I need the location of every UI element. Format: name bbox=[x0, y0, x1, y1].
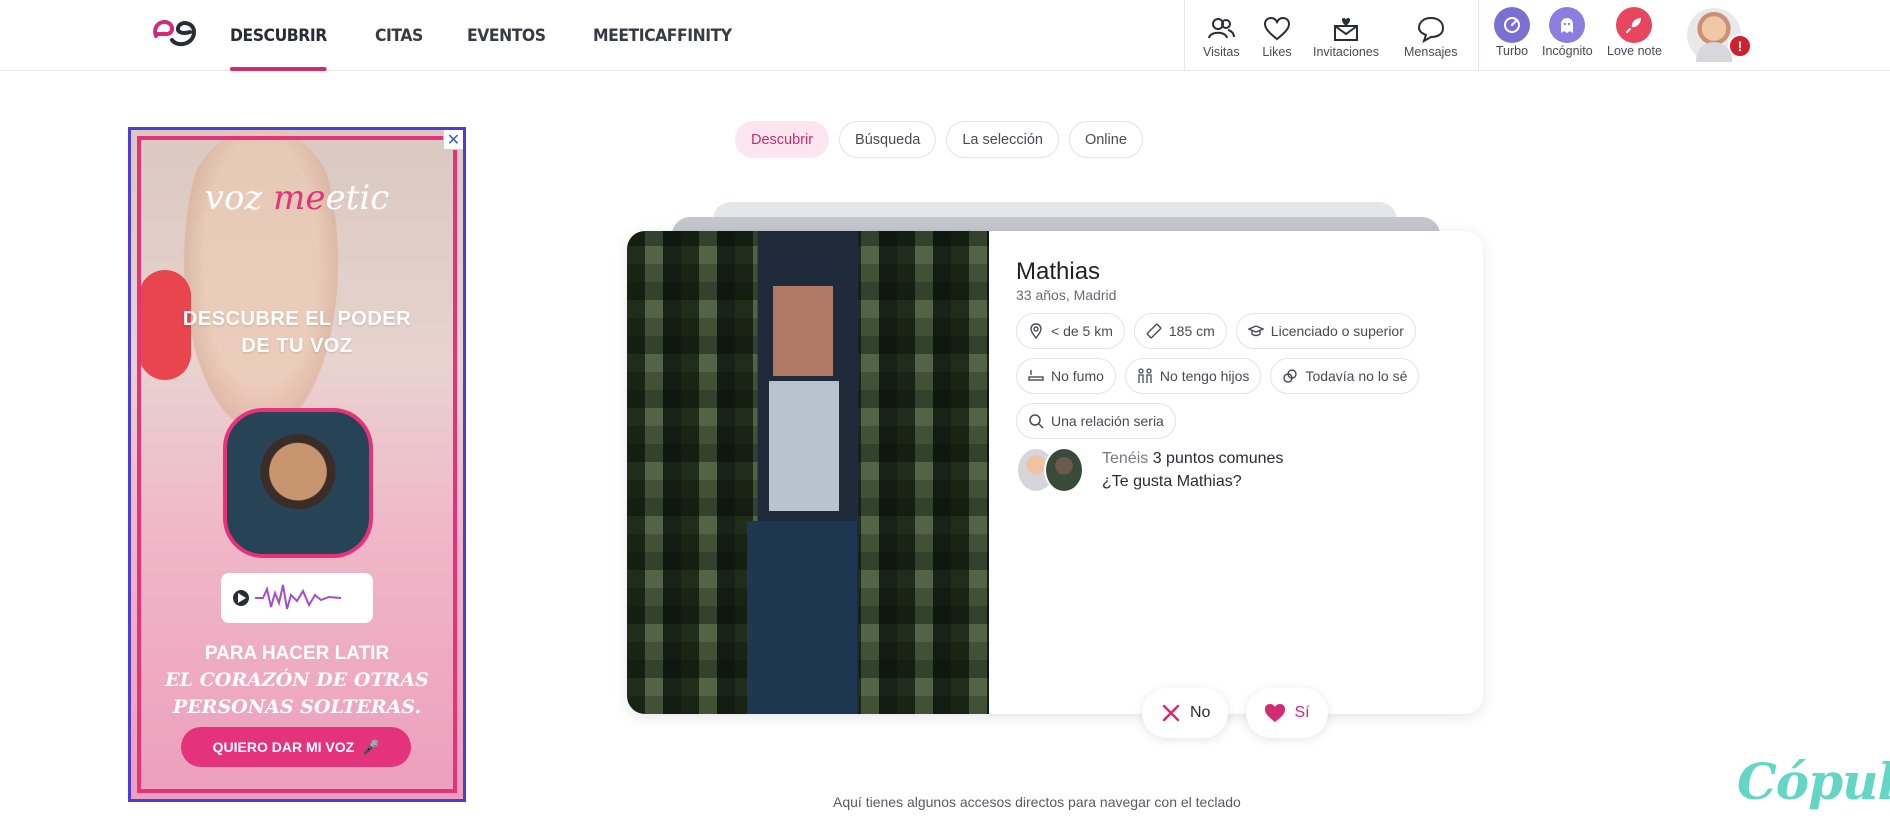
ad-subline-line: PARA HACER LATIR bbox=[204, 643, 390, 664]
ad-man-photo bbox=[223, 408, 373, 558]
ad-headline: DESCUBRE EL PODER DE TU VOZ bbox=[131, 306, 463, 360]
turbo-label: Turbo bbox=[1495, 44, 1529, 58]
chat-bubble-icon bbox=[1417, 16, 1444, 44]
profile-card[interactable]: Mathias 33 años, Madrid < de 5 km 185 cm… bbox=[627, 231, 1483, 714]
tag-distance: < de 5 km bbox=[1016, 313, 1125, 349]
search-icon bbox=[1029, 414, 1044, 429]
tag-smoking-label: No fumo bbox=[1051, 368, 1104, 384]
ad-brand-highlight: me bbox=[273, 178, 326, 218]
likes-button[interactable]: Likes bbox=[1262, 14, 1292, 59]
keyboard-shortcuts-link[interactable]: Aquí tienes algunos accesos directos par… bbox=[833, 794, 1241, 810]
common-points[interactable]: Tenéis 3 puntos comunes ¿Te gusta Mathia… bbox=[1016, 447, 1283, 493]
no-button[interactable]: No bbox=[1142, 688, 1229, 738]
common-prefix: Tenéis bbox=[1102, 450, 1153, 467]
profile-photo[interactable] bbox=[627, 231, 989, 714]
turbo-icon bbox=[1494, 7, 1530, 43]
visitors-icon bbox=[1208, 18, 1236, 39]
photo-pixel-shirt bbox=[769, 381, 839, 511]
rocket-icon bbox=[1616, 7, 1653, 43]
nav-eventos[interactable]: EVENTOS bbox=[467, 0, 546, 71]
family-icon bbox=[1138, 368, 1152, 383]
invitaciones-label: Invitaciones bbox=[1313, 45, 1380, 59]
no-label: No bbox=[1190, 704, 1211, 721]
ad-close-icon[interactable]: ✕ bbox=[443, 130, 463, 150]
nav-meeticaffinity[interactable]: MEETICAFFINITY bbox=[593, 0, 732, 71]
alert-badge: ! bbox=[1728, 34, 1752, 58]
tag-distance-label: < de 5 km bbox=[1051, 323, 1113, 339]
tag-education-label: Licenciado o superior bbox=[1270, 323, 1404, 339]
advertisement-banner[interactable]: ✕ voz meetic DESCUBRE EL PODER DE TU VOZ… bbox=[128, 127, 466, 802]
likes-label: Likes bbox=[1262, 45, 1292, 59]
ad-brand: voz meetic bbox=[131, 178, 463, 218]
turbo-button[interactable]: Turbo bbox=[1494, 7, 1530, 58]
ad-cta-button[interactable]: QUIERO DAR MI VOZ 🎤 bbox=[181, 727, 411, 767]
ad-brand-prefix: voz bbox=[204, 178, 274, 218]
love-note-label: Love note bbox=[1607, 44, 1662, 58]
visitas-label: Visitas bbox=[1203, 45, 1240, 59]
ad-subline-line: EL CORAZÓN DE OTRAS bbox=[165, 669, 429, 691]
like-question: ¿Te gusta Mathias? bbox=[1102, 473, 1242, 490]
nav-citas[interactable]: CITAS bbox=[375, 0, 423, 71]
close-icon bbox=[1162, 704, 1180, 722]
microphone-icon: 🎤 bbox=[361, 738, 380, 755]
rings-icon bbox=[1283, 369, 1298, 383]
tag-relationship-label: Una relación seria bbox=[1051, 413, 1164, 429]
top-header: DESCUBRIR CITAS EVENTOS MEETICAFFINITY V… bbox=[0, 0, 1890, 71]
tag-height-label: 185 cm bbox=[1168, 323, 1215, 339]
tab-busqueda[interactable]: Búsqueda bbox=[839, 121, 937, 158]
ad-brand-suffix: etic bbox=[325, 178, 390, 218]
incognito-button[interactable]: Incógnito bbox=[1542, 7, 1593, 58]
header-divider bbox=[1478, 0, 1479, 71]
meetic-logo[interactable] bbox=[150, 14, 198, 50]
card-actions: No Sí bbox=[1142, 688, 1328, 738]
copuli-watermark: Cópuli bbox=[1737, 752, 1890, 811]
tab-online[interactable]: Online bbox=[1068, 121, 1143, 158]
love-note-button[interactable]: Love note bbox=[1607, 7, 1662, 58]
heart-icon bbox=[1263, 16, 1291, 41]
ad-subline: PARA HACER LATIR EL CORAZÓN DE OTRAS PER… bbox=[131, 640, 463, 721]
profile-age-city: 33 años, Madrid bbox=[1016, 287, 1117, 303]
mensajes-label: Mensajes bbox=[1404, 45, 1458, 59]
incognito-label: Incógnito bbox=[1542, 44, 1593, 58]
no-smoking-icon bbox=[1028, 370, 1044, 381]
common-points-text: Tenéis 3 puntos comunes ¿Te gusta Mathia… bbox=[1102, 447, 1283, 493]
invitaciones-button[interactable]: Invitaciones bbox=[1313, 14, 1379, 59]
profile-tags: < de 5 km 185 cm Licenciado o superior N… bbox=[1016, 313, 1456, 439]
profile-name: Mathias bbox=[1016, 258, 1101, 285]
ruler-icon bbox=[1146, 323, 1162, 339]
tab-la-seleccion[interactable]: La selección bbox=[946, 121, 1059, 158]
tab-descubrir[interactable]: Descubrir bbox=[735, 121, 830, 158]
tag-relationship: Una relación seria bbox=[1016, 403, 1176, 439]
envelope-heart-icon bbox=[1334, 18, 1358, 41]
yes-label: Sí bbox=[1294, 704, 1310, 721]
yes-button[interactable]: Sí bbox=[1246, 688, 1328, 738]
location-pin-icon bbox=[1030, 323, 1042, 339]
ad-audio-wave bbox=[221, 573, 373, 623]
play-wave-icon bbox=[233, 584, 342, 610]
tag-children: No tengo hijos bbox=[1124, 358, 1262, 394]
ad-subline-line: PERSONAS SOLTERAS. bbox=[172, 696, 422, 718]
ghost-icon bbox=[1549, 7, 1586, 43]
ad-cta-label: QUIERO DAR MI VOZ bbox=[212, 739, 355, 755]
tag-future: Todavía no lo sé bbox=[1270, 358, 1420, 394]
header-divider bbox=[1184, 0, 1185, 71]
match-avatar-mini bbox=[1044, 447, 1084, 493]
ad-headline-line: DESCUBRE EL PODER bbox=[182, 308, 412, 330]
photo-pixel-legs bbox=[747, 521, 857, 714]
photo-pixel-head bbox=[773, 286, 833, 376]
tag-height: 185 cm bbox=[1133, 313, 1227, 349]
main-nav: DESCUBRIR CITAS EVENTOS MEETICAFFINITY bbox=[230, 0, 783, 71]
mensajes-button[interactable]: Mensajes bbox=[1404, 14, 1458, 59]
discover-tabs: Descubrir Búsqueda La selección Online bbox=[735, 121, 1143, 158]
tag-children-label: No tengo hijos bbox=[1159, 368, 1250, 384]
tag-education: Licenciado o superior bbox=[1235, 313, 1416, 349]
heart-filled-icon bbox=[1265, 704, 1286, 722]
ad-headline-line: DE TU VOZ bbox=[241, 335, 353, 357]
visitas-button[interactable]: Visitas bbox=[1203, 14, 1240, 59]
tag-smoking: No fumo bbox=[1016, 358, 1116, 394]
graduation-cap-icon bbox=[1247, 325, 1264, 337]
nav-descubrir[interactable]: DESCUBRIR bbox=[230, 0, 327, 71]
tag-future-label: Todavía no lo sé bbox=[1305, 368, 1408, 384]
common-count: 3 puntos comunes bbox=[1152, 450, 1284, 467]
